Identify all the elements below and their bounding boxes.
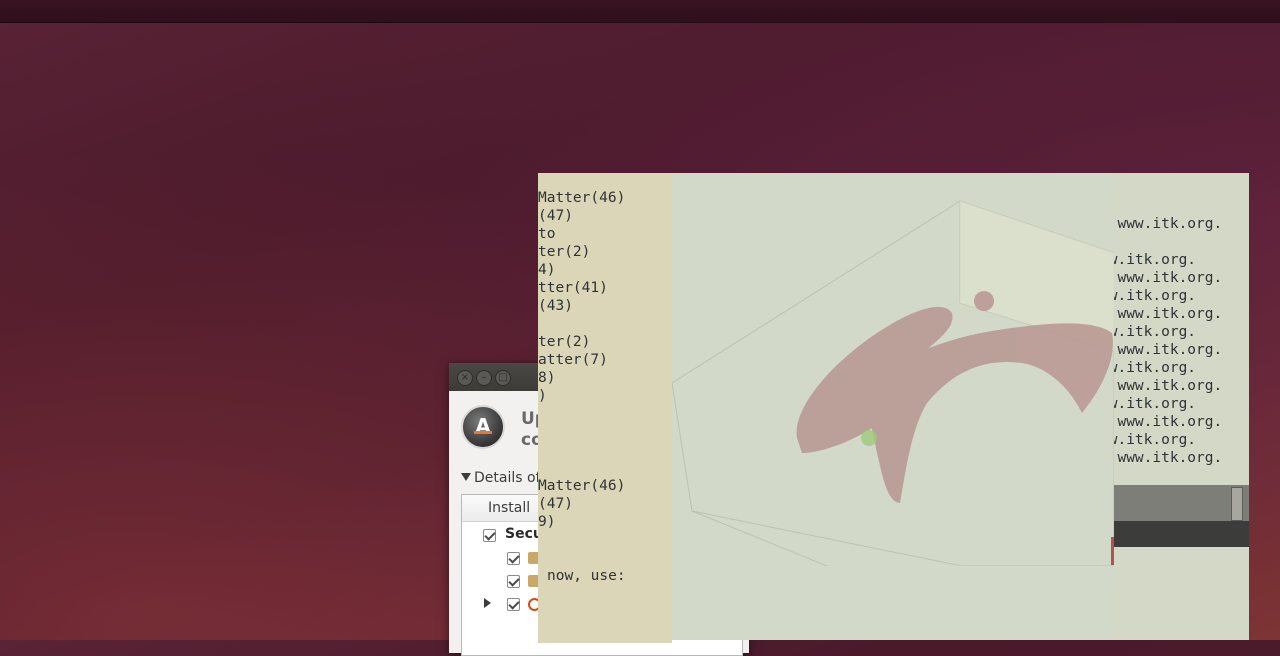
scrollbar-thumb[interactable] — [1231, 487, 1243, 521]
terminal-line: o www.itk.org. — [1100, 270, 1223, 286]
software-updater-icon: A — [461, 405, 505, 449]
volume-render-svg — [672, 200, 1114, 566]
terminal-line: o www.itk.org. — [1100, 378, 1223, 394]
security-updates-checkbox[interactable] — [483, 529, 496, 542]
minimize-icon[interactable]: – — [476, 370, 492, 386]
terminal-line: Matter(46) — [538, 478, 626, 494]
3d-render-viewport[interactable] — [672, 173, 1114, 566]
details-expander[interactable]: Details of — [461, 470, 540, 486]
terminal-line: (43) — [538, 298, 573, 314]
top-panel — [0, 0, 1280, 23]
terminal-line: o www.itk.org. — [1100, 216, 1223, 232]
terminal-bottom-text: now, use: — [547, 567, 626, 585]
expander-triangle-icon — [461, 473, 471, 481]
window-footer-strip — [1114, 521, 1249, 547]
update-checkbox[interactable] — [507, 552, 520, 565]
terminal-line: ww.itk.org. — [1100, 396, 1197, 412]
terminal-output-right[interactable]: o www.itk.org. ww.itk.org. o www.itk.org. w… — [1100, 173, 1249, 485]
terminal-line: Matter(46) — [538, 190, 626, 206]
terminal-line: ww.itk.org. — [1100, 288, 1197, 304]
terminal-line: tter(41) — [538, 280, 608, 296]
terminal-line: to — [538, 226, 556, 242]
terminal-scrollbar[interactable] — [1114, 485, 1249, 521]
details-label: Details of — [474, 470, 541, 486]
viewer-lower-area — [672, 566, 1114, 640]
terminal-line: o www.itk.org. — [1100, 342, 1223, 358]
terminal-line: o www.itk.org. — [1100, 306, 1223, 322]
terminal-lines: Matter(46) (47) to ter(2) 4) tter(41) (43) ter(… — [538, 189, 625, 531]
terminal-line: 9) — [538, 514, 556, 530]
highlight-marker — [861, 430, 877, 446]
terminal-line-now-use: now, use: — [547, 568, 626, 584]
terminal-lower-area — [1114, 547, 1249, 640]
terminal-line: o www.itk.org. — [1100, 414, 1223, 430]
terminal-line: ww.itk.org. — [1100, 360, 1197, 376]
close-icon[interactable]: × — [457, 370, 473, 386]
terminal-line: 8) — [538, 370, 556, 386]
terminal-line: o www.itk.org. — [1100, 450, 1223, 466]
terminal-line: (47) — [538, 208, 573, 224]
terminal-line: ) — [538, 388, 547, 404]
terminal-line: ww.itk.org. — [1100, 324, 1197, 340]
terminal-line: ww.itk.org. — [1100, 252, 1197, 268]
terminal-line: ter(2) — [538, 334, 591, 350]
terminal-line: 4) — [538, 262, 556, 278]
update-checkbox[interactable] — [507, 598, 520, 611]
expand-row-icon[interactable] — [484, 598, 491, 608]
terminal-line: (47) — [538, 496, 573, 512]
window-edge-marker — [1111, 537, 1114, 565]
terminal-line: atter(7) — [538, 352, 608, 368]
update-checkbox[interactable] — [507, 575, 520, 588]
terminal-line: ww.itk.org. — [1100, 432, 1197, 448]
terminal-lines: o www.itk.org. ww.itk.org. o www.itk.org. w… — [1100, 215, 1222, 467]
maximize-icon[interactable]: □ — [495, 370, 511, 386]
terminal-line: ter(2) — [538, 244, 591, 260]
